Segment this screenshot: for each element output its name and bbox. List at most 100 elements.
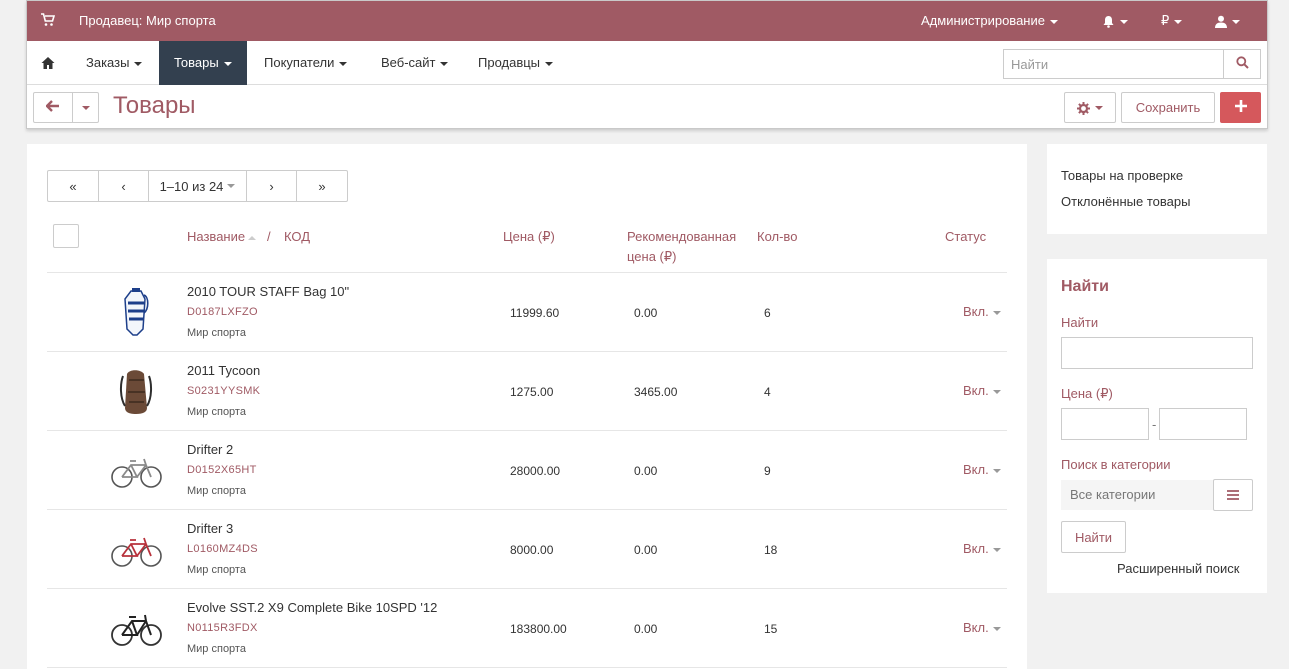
product-name[interactable]: Evolve SST.2 X9 Complete Bike 10SPD '12 [187, 600, 437, 615]
last-page-button[interactable]: » [296, 170, 348, 202]
status-dropdown[interactable]: Вкл. [963, 541, 1001, 556]
sort-by-status[interactable]: Статус [945, 227, 986, 247]
product-name[interactable]: 2011 Tycoon [187, 363, 260, 378]
product-list-price[interactable]: 0.00 [634, 543, 657, 557]
status-dropdown[interactable]: Вкл. [963, 462, 1001, 477]
product-quantity[interactable]: 18 [764, 543, 777, 557]
gear-icon [1077, 101, 1090, 115]
save-button[interactable]: Сохранить [1121, 92, 1215, 123]
category-field[interactable]: Все категории [1061, 480, 1213, 510]
sort-by-quantity[interactable]: Кол-во [757, 227, 797, 247]
chevron-down-icon [992, 626, 1001, 631]
prev-page-button[interactable]: ‹ [98, 170, 149, 202]
administration-menu[interactable]: Администрирование [921, 13, 1058, 28]
status-label: Вкл. [963, 383, 989, 398]
bell-icon [1103, 16, 1114, 28]
product-name[interactable]: 2010 TOUR STAFF Bag 10" [187, 284, 349, 299]
search-panel-title: Найти [1061, 278, 1109, 295]
shopping-cart-icon[interactable] [41, 13, 55, 27]
user-icon [1215, 15, 1227, 29]
chevron-down-icon [545, 61, 554, 66]
price-to-input[interactable] [1159, 408, 1247, 440]
product-list-price[interactable]: 0.00 [634, 464, 657, 478]
advanced-search-link[interactable]: Расширенный поиск [1117, 561, 1239, 576]
product-quantity[interactable]: 4 [764, 385, 771, 399]
product-name[interactable]: Drifter 3 [187, 521, 233, 536]
rejected-products-link[interactable]: Отклонённые товары [1061, 194, 1190, 209]
product-price[interactable]: 8000.00 [510, 543, 553, 557]
product-quantity[interactable]: 6 [764, 306, 771, 320]
product-price[interactable]: 1275.00 [510, 385, 553, 399]
pagination: « ‹ 1–10 из 24 › » [47, 170, 348, 202]
settings-button[interactable] [1064, 92, 1116, 123]
nav-item-products[interactable]: Товары [159, 41, 247, 85]
product-list-price[interactable]: 0.00 [634, 306, 657, 320]
nav-item-label: Покупатели [264, 55, 335, 70]
next-page-button[interactable]: › [246, 170, 297, 202]
product-thumbnail[interactable] [109, 524, 164, 576]
category-label: Поиск в категории [1061, 457, 1171, 472]
product-seller: Мир спорта [187, 643, 246, 655]
vendor-label[interactable]: Продавец: Мир спорта [79, 13, 216, 28]
product-price[interactable]: 28000.00 [510, 464, 560, 478]
status-dropdown[interactable]: Вкл. [963, 620, 1001, 635]
chevron-down-icon [992, 310, 1001, 315]
search-input[interactable] [1003, 49, 1224, 79]
page-range-dropdown[interactable]: 1–10 из 24 [148, 170, 247, 202]
product-thumbnail[interactable] [109, 603, 164, 655]
home-icon[interactable] [41, 56, 55, 70]
sort-by-list-price[interactable]: Рекомендованная цена (₽) [627, 227, 736, 267]
price-from-input[interactable] [1061, 408, 1149, 440]
title-bar: Товары Сохранить [27, 86, 1267, 129]
nav-item-customers[interactable]: Покупатели [264, 41, 348, 85]
user-menu[interactable] [1215, 13, 1240, 29]
sort-by-code[interactable]: КОД [284, 227, 310, 247]
select-all-checkbox[interactable] [53, 224, 79, 248]
product-code: D0187LXFZO [187, 306, 258, 318]
product-list-price[interactable]: 0.00 [634, 622, 657, 636]
find-input[interactable] [1061, 337, 1253, 369]
list-price-header-line1: Рекомендованная [627, 229, 737, 244]
product-name[interactable]: Drifter 2 [187, 442, 233, 457]
currency-menu[interactable]: ₽ [1161, 13, 1183, 29]
chevron-down-icon [1095, 106, 1103, 111]
find-button[interactable]: Найти [1061, 521, 1126, 553]
product-price[interactable]: 11999.60 [510, 306, 559, 320]
nav-item-orders[interactable]: Заказы [86, 41, 143, 85]
nav-item-website[interactable]: Веб-сайт [381, 41, 449, 85]
find-label: Найти [1061, 315, 1099, 330]
page-title: Товары [113, 92, 196, 119]
products-table: 2010 TOUR STAFF Bag 10" D0187LXFZO Мир с… [47, 273, 1007, 668]
product-thumbnail[interactable] [109, 366, 164, 418]
status-dropdown[interactable]: Вкл. [963, 304, 1001, 319]
chevron-down-icon [339, 61, 348, 66]
back-button[interactable] [33, 92, 73, 123]
product-code: N0115R3FDX [187, 622, 258, 634]
product-seller: Мир спорта [187, 485, 246, 497]
products-panel: « ‹ 1–10 из 24 › » Название / КОД Цена (… [27, 144, 1027, 669]
plus-icon [1234, 100, 1247, 112]
table-header: Название / КОД Цена (₽) Рекомендованная ц… [47, 224, 1007, 273]
status-dropdown[interactable]: Вкл. [963, 383, 1001, 398]
nav-item-vendors[interactable]: Продавцы [478, 41, 554, 85]
product-quantity[interactable]: 9 [764, 464, 771, 478]
product-list-price[interactable]: 3465.00 [634, 385, 677, 399]
chevron-down-icon [1120, 19, 1128, 24]
product-quantity[interactable]: 15 [764, 622, 777, 636]
sort-by-name[interactable]: Название [187, 227, 257, 247]
add-product-button[interactable] [1220, 92, 1261, 123]
search-button[interactable] [1223, 49, 1261, 79]
product-thumbnail[interactable] [109, 445, 164, 497]
sort-by-price[interactable]: Цена (₽) [503, 227, 555, 247]
search-icon [1235, 56, 1249, 69]
products-on-review-link[interactable]: Товары на проверке [1061, 168, 1183, 183]
category-picker-button[interactable] [1213, 479, 1253, 511]
search-panel: Найти Найти Цена (₽) - Поиск в категории… [1047, 259, 1267, 593]
chevron-down-icon [134, 61, 143, 66]
first-page-button[interactable]: « [47, 170, 99, 202]
product-price[interactable]: 183800.00 [510, 622, 567, 636]
product-thumbnail[interactable] [109, 287, 164, 339]
notifications-menu[interactable] [1102, 13, 1128, 28]
back-dropdown-button[interactable] [72, 92, 99, 123]
main-nav: Заказы Товары Покупатели Веб-сайт Продав… [27, 41, 1267, 85]
